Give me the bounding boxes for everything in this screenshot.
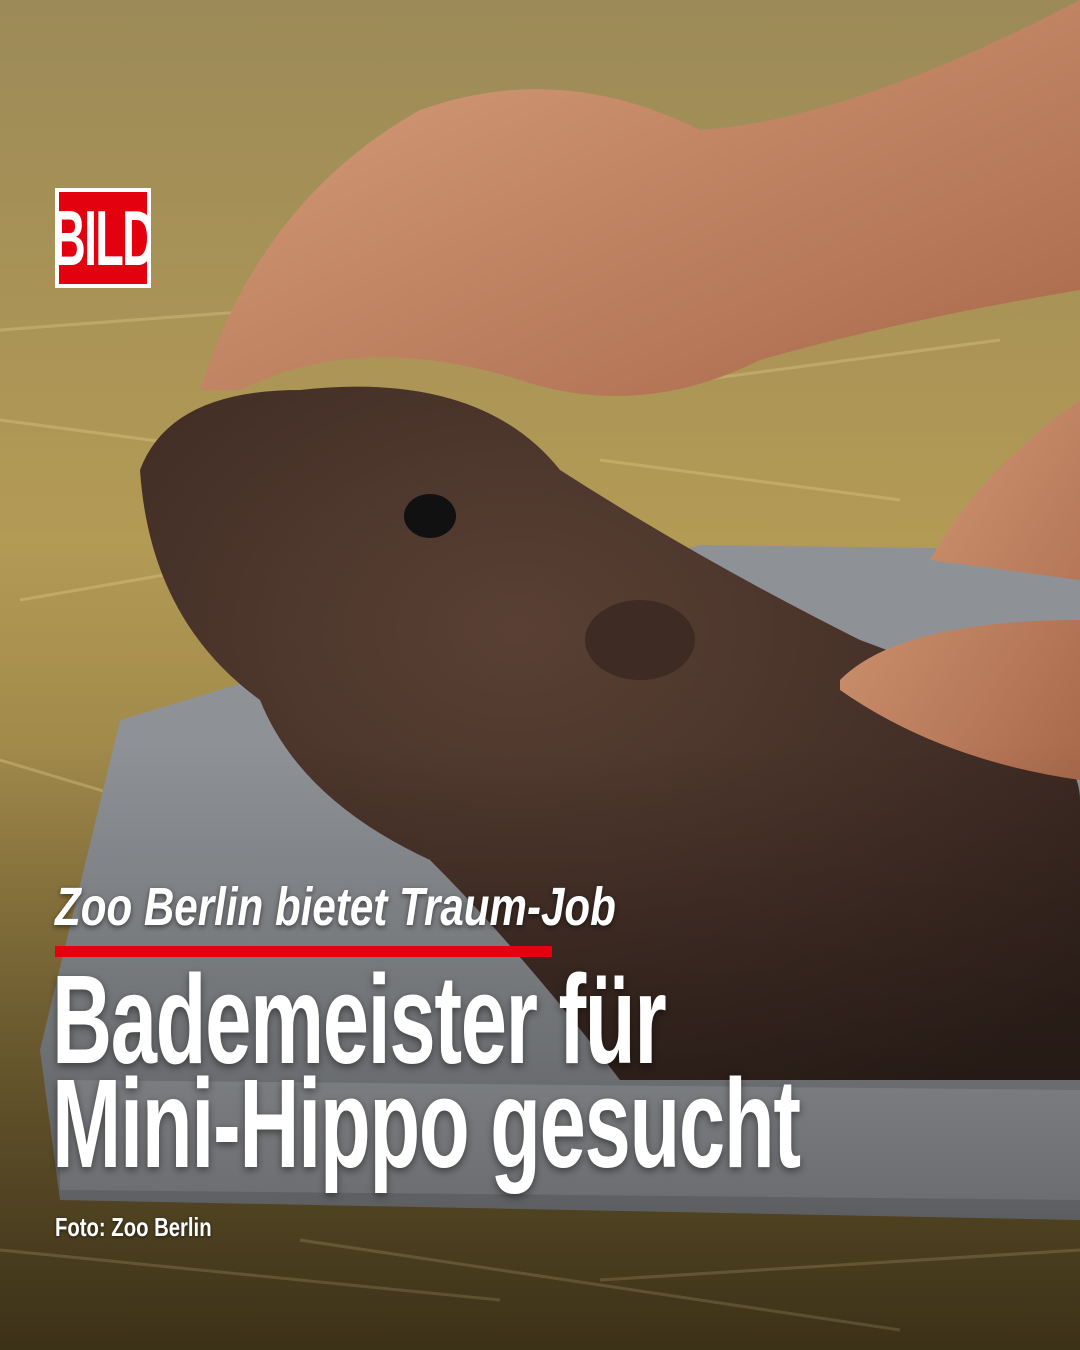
logo-text: BILD bbox=[55, 194, 151, 282]
headline-line-2: Mini-Hippo gesucht bbox=[52, 1053, 801, 1194]
headline: Bademeister für Mini-Hippo gesucht bbox=[52, 957, 801, 1194]
photo-credit: Foto: Zoo Berlin bbox=[55, 1212, 212, 1242]
bild-logo: BILD bbox=[55, 188, 151, 288]
kicker: Zoo Berlin bietet Traum-Job bbox=[55, 877, 616, 937]
